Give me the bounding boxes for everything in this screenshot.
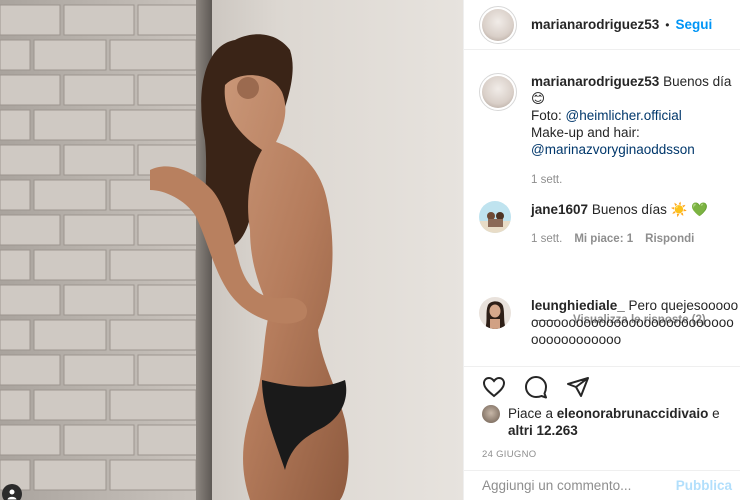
comment-time: 1 sett. [531,233,563,245]
add-comment-input[interactable]: Aggiungi un commento... [482,478,631,493]
comment-likes[interactable]: Mi piace: 1 [574,231,633,248]
caption-emoji: 😊 [531,91,546,106]
publish-button[interactable]: Pubblica [676,478,732,493]
comment-username[interactable]: leunghiediale_ [531,298,625,313]
user-tag-icon[interactable] [2,484,22,500]
liker-avatar[interactable] [482,405,500,423]
likes-summary: Piace a eleonorabrunaccidivaio e altri 1… [482,405,732,439]
author-username[interactable]: marianarodriguez53 [531,17,659,32]
post-photo[interactable] [0,0,463,500]
makeup-artist-link[interactable]: @marinazvoryginaoddsson [531,141,734,158]
caption-username[interactable]: marianarodriguez53 [531,74,659,89]
caption-avatar[interactable] [479,73,517,111]
caption-photo-label: Foto: [531,108,566,123]
post-details-panel: marianarodriguez53 • Segui marianarodrig… [463,0,740,500]
comment-item: leunghiediale_ Pero quejesoooooooooooooo… [479,297,739,348]
comment-username[interactable]: jane1607 [531,202,588,217]
separator-dot: • [665,17,670,32]
comment-avatar[interactable] [479,297,511,329]
comment-emoji: ☀️ 💚 [670,202,709,217]
liker-username[interactable]: eleonorabrunaccidivaio [557,406,709,421]
likes-suffix: e [708,406,720,421]
action-bar [464,366,740,406]
comments-section: marianarodriguez53 Buenos día 😊 Foto: @h… [464,50,740,366]
follow-button[interactable]: Segui [676,17,713,32]
add-comment-bar: Aggiungi un commento... Pubblica [464,470,740,500]
likes-others[interactable]: altri 12.263 [508,423,578,438]
comment-avatar[interactable] [479,201,511,233]
reply-button[interactable]: Rispondi [645,231,694,248]
comment-item: jane1607 Buenos días ☀️ 💚 1 sett. Mi pia… [479,201,739,248]
caption: marianarodriguez53 Buenos día 😊 Foto: @h… [479,73,734,189]
share-icon[interactable] [566,376,590,398]
caption-time: 1 sett. [531,174,563,186]
heart-icon[interactable] [482,376,506,398]
caption-makeup-label: Make-up and hair: [531,125,640,140]
caption-text: Buenos día [663,74,732,89]
comment-text: Buenos días [591,202,667,217]
photographer-link[interactable]: @heimlicher.official [566,108,682,123]
post-image [0,0,463,500]
author-avatar[interactable] [479,5,517,44]
post-header: marianarodriguez53 • Segui [464,0,740,50]
post-date: 24 GIUGNO [482,449,537,460]
likes-prefix: Piace a [508,406,557,421]
comment-icon[interactable] [524,375,548,399]
